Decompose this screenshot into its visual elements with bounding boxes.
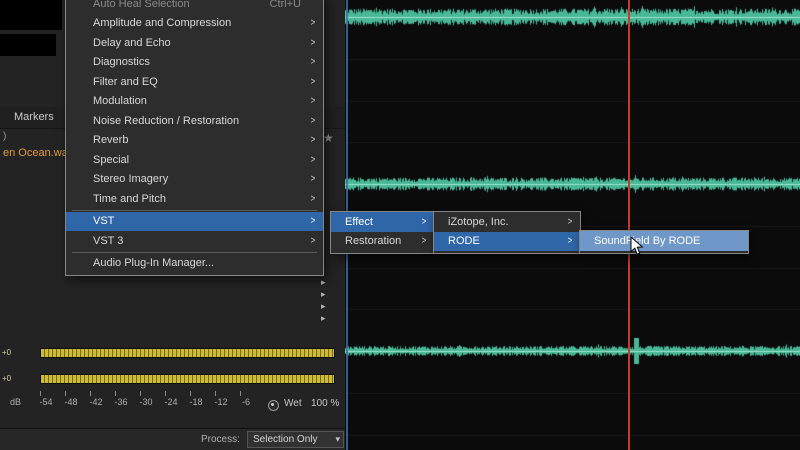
submenu-arrow-icon: > — [310, 17, 316, 29]
menu-item-label: SoundField By RODE — [594, 234, 701, 247]
menu-item-rode[interactable]: RODE > — [434, 231, 580, 251]
submenu-arrow-icon: > — [310, 173, 316, 185]
menu-separator — [72, 251, 317, 253]
db-tick-label: -18 — [189, 397, 203, 407]
db-tick-label: -42 — [89, 397, 103, 407]
submenu-arrow-icon: > — [310, 56, 316, 68]
vst-effect-submenu: iZotope, Inc. > RODE > — [433, 211, 581, 254]
menu-item-label: iZotope, Inc. — [448, 215, 509, 228]
db-tick-label: -24 — [164, 397, 178, 407]
menu-shortcut: Ctrl+U — [269, 0, 301, 10]
menu-item-label: Auto Heal Selection — [93, 0, 190, 10]
expand-chevron-icon[interactable]: ▸ — [321, 278, 326, 287]
menu-item-label: VST 3 — [93, 234, 124, 247]
menu-item-audio-plug-in-manager[interactable]: Audio Plug-In Manager... — [66, 254, 323, 274]
menu-item-stereo-imagery[interactable]: Stereo Imagery > — [66, 170, 323, 190]
chevron-down-icon: ▾ — [335, 434, 340, 444]
level-meter-right — [40, 374, 335, 384]
menu-item-amplitude-and-compression[interactable]: Amplitude and Compression > — [66, 14, 323, 34]
wet-value[interactable]: 100 % — [311, 398, 339, 409]
submenu-arrow-icon: > — [310, 37, 316, 49]
menu-item-label: Reverb — [93, 134, 129, 147]
menu-item-special[interactable]: Special > — [66, 150, 323, 170]
process-bar: Process: Selection Only ▾ — [0, 428, 345, 450]
db-unit-label: dB — [10, 397, 22, 407]
playhead-line[interactable] — [628, 0, 630, 450]
list-item-fragment: ) — [3, 131, 7, 142]
menu-item-reverb[interactable]: Reverb > — [66, 131, 323, 151]
mouse-cursor — [630, 235, 644, 261]
menu-item-modulation[interactable]: Modulation > — [66, 92, 323, 112]
file-name[interactable]: en Ocean.wav — [3, 147, 73, 159]
menu-item-soundfield-by-rode[interactable]: SoundField By RODE — [580, 231, 748, 251]
menu-item-vst-3[interactable]: VST 3 > — [66, 231, 323, 251]
db-tick-label: -36 — [114, 397, 128, 407]
db-tick-label: -30 — [139, 397, 153, 407]
menu-item-label: Effect — [345, 215, 373, 228]
process-select[interactable]: Selection Only ▾ — [247, 431, 344, 448]
wet-label: Wet — [284, 398, 302, 409]
db-tick-label: -6 — [241, 397, 251, 407]
menu-item-label: Diagnostics — [93, 56, 150, 69]
submenu-arrow-icon: > — [310, 95, 316, 107]
favorite-star-icon[interactable]: ★ — [323, 132, 334, 144]
process-select-value: Selection Only — [253, 434, 318, 445]
effects-menu: Auto Heal Selection Ctrl+U Amplitude and C… — [65, 0, 324, 276]
menu-item-effect[interactable]: Effect > — [331, 212, 434, 232]
submenu-arrow-icon: > — [421, 216, 427, 228]
vst-submenu: Effect > Restoration > — [330, 211, 435, 254]
menu-item-time-and-pitch[interactable]: Time and Pitch > — [66, 189, 323, 209]
db-tick-label: -54 — [39, 397, 53, 407]
submenu-arrow-icon: > — [310, 134, 316, 146]
submenu-arrow-icon: > — [310, 154, 316, 166]
window-fragment — [0, 34, 56, 56]
menu-item-label: Time and Pitch — [93, 192, 166, 205]
menu-item-restoration[interactable]: Restoration > — [331, 232, 434, 252]
rode-submenu: SoundField By RODE — [579, 230, 749, 254]
expand-chevron-icon[interactable]: ▸ — [321, 290, 326, 299]
db-tick-label: -48 — [64, 397, 78, 407]
submenu-arrow-icon: > — [421, 235, 427, 247]
process-label: Process: — [201, 434, 240, 445]
menu-item-label: Amplitude and Compression — [93, 17, 232, 30]
menu-item-filter-and-eq[interactable]: Filter and EQ > — [66, 72, 323, 92]
menu-item-vst[interactable]: VST > — [66, 211, 323, 231]
db-tick-label: -12 — [214, 397, 228, 407]
markers-tab-label: Markers — [14, 111, 54, 123]
expand-chevron-icon[interactable]: ▸ — [321, 302, 326, 311]
submenu-arrow-icon: > — [310, 115, 316, 127]
menu-item-label: Filter and EQ — [93, 75, 158, 88]
menu-item-label: RODE — [448, 235, 480, 248]
menu-item-label: Modulation — [93, 95, 147, 108]
expand-chevron-icon[interactable]: ▸ — [321, 314, 326, 323]
menu-item-izotope-inc[interactable]: iZotope, Inc. > — [434, 212, 580, 232]
submenu-arrow-icon: > — [567, 235, 573, 247]
submenu-arrow-icon: > — [310, 193, 316, 205]
menu-item-label: Restoration — [345, 235, 402, 248]
window-fragment — [0, 0, 62, 30]
menu-item-diagnostics[interactable]: Diagnostics > — [66, 53, 323, 73]
menu-item-auto-heal-selection[interactable]: Auto Heal Selection Ctrl+U — [66, 0, 323, 14]
menu-item-label: Delay and Echo — [93, 36, 171, 49]
menu-item-label: Stereo Imagery — [93, 173, 169, 186]
level-meter-left — [40, 348, 335, 358]
submenu-arrow-icon: > — [310, 215, 316, 227]
submenu-arrow-icon: > — [567, 216, 573, 228]
menu-item-label: VST — [93, 215, 115, 228]
wet-radio-button[interactable] — [268, 400, 279, 411]
menu-item-label: Audio Plug-In Manager... — [93, 257, 215, 270]
menu-item-label: Special — [93, 153, 130, 166]
submenu-arrow-icon: > — [310, 76, 316, 88]
menu-separator — [72, 209, 317, 211]
menu-item-noise-reduction-restoration[interactable]: Noise Reduction / Restoration > — [66, 111, 323, 131]
audition-app-window: Markers ) en Ocean.wav ★ ▸ ▸ ▸ ▸ +0 +0 d… — [0, 0, 800, 450]
db-scale-ticks — [40, 391, 265, 396]
menu-item-label: Noise Reduction / Restoration — [93, 114, 240, 127]
meter-left-label: +0 — [2, 348, 12, 357]
submenu-arrow-icon: > — [310, 235, 316, 247]
meter-right-label: +0 — [2, 374, 12, 383]
menu-item-delay-and-echo[interactable]: Delay and Echo > — [66, 33, 323, 53]
